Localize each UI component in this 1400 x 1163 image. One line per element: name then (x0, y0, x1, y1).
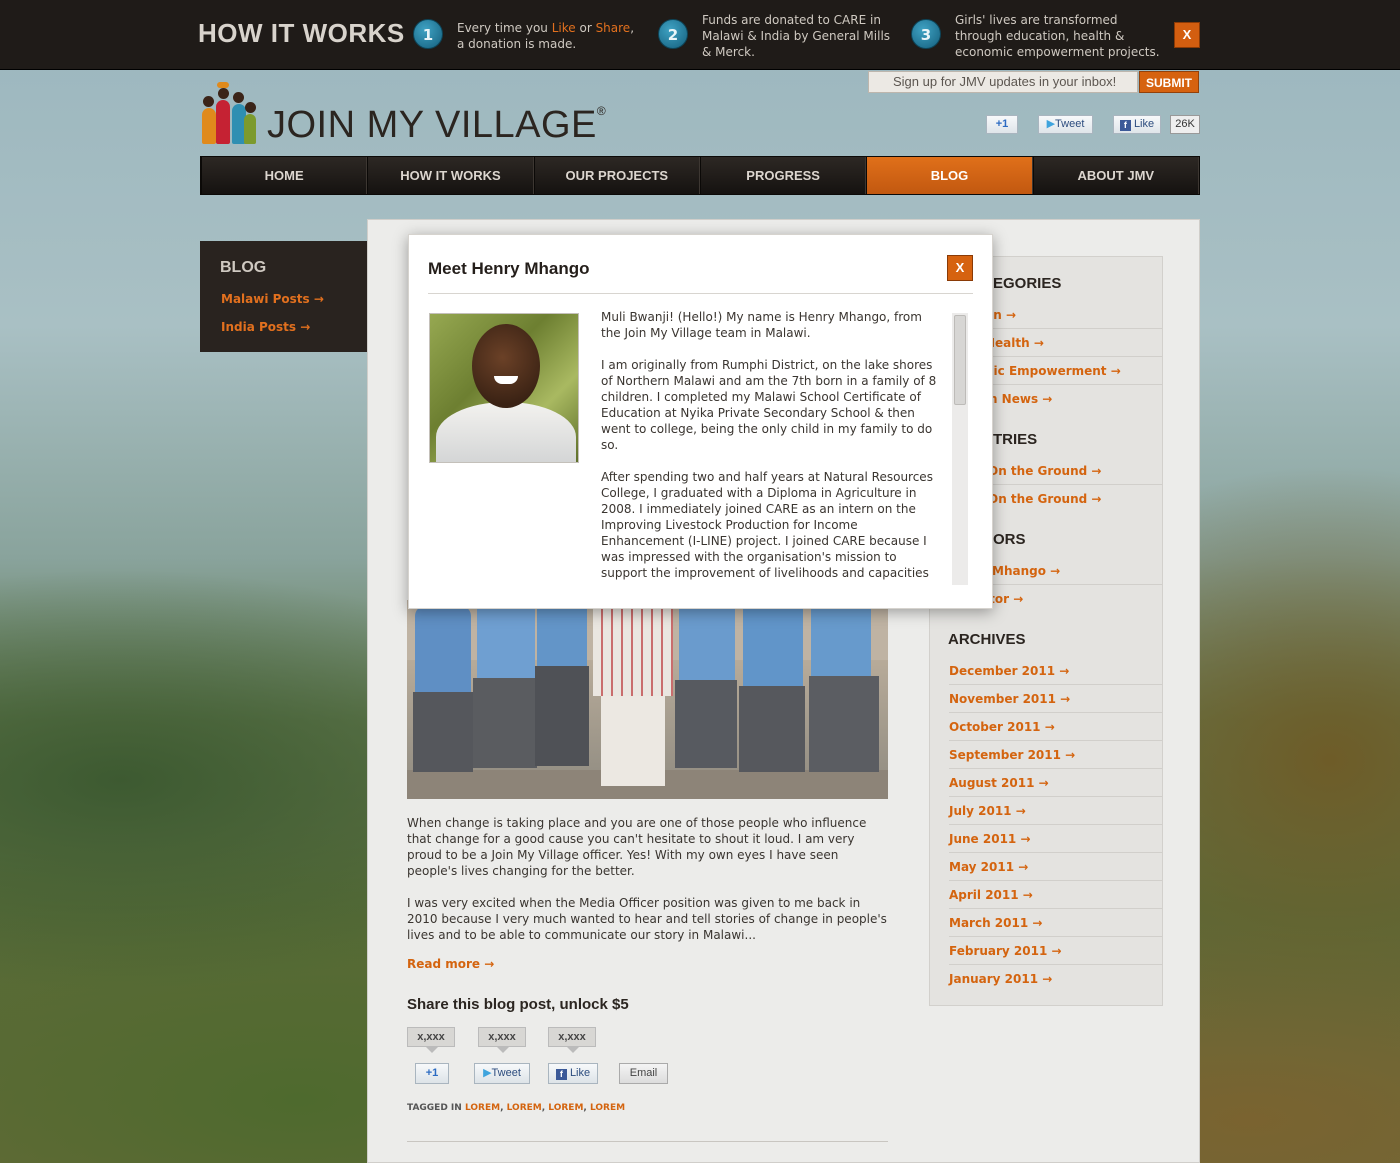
modal-title: Meet Henry Mhango (428, 259, 590, 278)
malawi-posts-link[interactable]: Malawi Posts → (221, 292, 324, 306)
tweet-button[interactable]: ▶Tweet (474, 1063, 530, 1084)
post-paragraph: When change is taking place and you are … (407, 816, 867, 878)
step-number: 3 (911, 19, 941, 49)
categories-heading: EGORIES (993, 275, 1062, 292)
facebook-like-button[interactable]: f Like (1113, 115, 1161, 134)
author-link[interactable]: Mhango → (992, 557, 1162, 585)
logo-figures-icon[interactable] (200, 82, 260, 144)
nav-blog[interactable]: BLOG (866, 157, 1033, 194)
nav-home[interactable]: HOME (201, 157, 368, 194)
modal-scrollbar[interactable] (952, 313, 968, 585)
country-link[interactable]: On the Ground → (988, 485, 1162, 513)
archive-link[interactable]: July 2011 → (949, 797, 1162, 825)
tag-link[interactable]: LOREM (590, 1103, 625, 1113)
countries-heading: TRIES (993, 431, 1038, 448)
read-more-link[interactable]: Read more → (407, 957, 494, 971)
archive-link[interactable]: December 2011 → (949, 657, 1162, 685)
how-it-works-title: HOW IT WORKS (198, 18, 405, 48)
post-photo (407, 600, 888, 799)
nav-how-it-works[interactable]: HOW IT WORKS (367, 157, 534, 194)
like-count: 26K (1170, 115, 1200, 134)
like-link[interactable]: Like (552, 21, 576, 35)
tag-link[interactable]: LOREM (507, 1103, 542, 1113)
india-posts-link[interactable]: India Posts → (221, 320, 310, 334)
step-text: Every time you Like or Share, a donation… (457, 21, 635, 51)
twitter-bird-icon: ▶ (483, 1067, 492, 1079)
archive-link[interactable]: April 2011 → (949, 881, 1162, 909)
modal-close-button[interactable]: X (947, 255, 973, 281)
authors-heading: ORS (993, 531, 1026, 548)
share-count: x,xxx (548, 1027, 596, 1053)
archive-link[interactable]: September 2011 → (949, 741, 1162, 769)
archive-link[interactable]: August 2011 → (949, 769, 1162, 797)
tag-link[interactable]: LOREM (548, 1103, 583, 1113)
bio-paragraph: After spending two and half years at Nat… (601, 470, 933, 580)
category-link[interactable]: on → (985, 301, 1162, 329)
submit-button[interactable]: SUBMIT (1139, 71, 1199, 93)
google-plus-one-button[interactable]: +1 (415, 1063, 449, 1084)
archive-link[interactable]: November 2011 → (949, 685, 1162, 713)
author-link[interactable]: itor → (985, 585, 1162, 613)
google-plus-one-button[interactable]: +1 (986, 115, 1018, 134)
nav-progress[interactable]: PROGRESS (699, 157, 867, 194)
bio-paragraph: I am originally from Rumphi District, on… (601, 358, 937, 452)
close-strip-button[interactable]: X (1174, 22, 1200, 48)
blog-box-title: BLOG (220, 259, 267, 276)
email-share-button[interactable]: Email (619, 1063, 668, 1084)
category-link[interactable]: Health → (985, 329, 1162, 357)
archive-link[interactable]: May 2011 → (949, 853, 1162, 881)
facebook-like-button[interactable]: f Like (548, 1063, 598, 1084)
archive-link[interactable]: June 2011 → (949, 825, 1162, 853)
step-3: 3 Girls' lives are transformed through e… (911, 12, 1160, 60)
step-number: 1 (413, 19, 443, 49)
archive-link[interactable]: January 2011 → (949, 965, 1162, 993)
share-link[interactable]: Share (596, 21, 631, 35)
newsletter-signup-input[interactable]: Sign up for JMV updates in your inbox! (868, 71, 1138, 93)
bio-paragraph: Muli Bwanji! (Hello!) My name is Henry M… (601, 310, 922, 340)
archives-heading: ARCHIVES (948, 631, 1026, 648)
author-photo (429, 313, 579, 463)
step-number: 2 (658, 19, 688, 49)
nav-about-jmv[interactable]: ABOUT JMV (1032, 157, 1199, 194)
archive-link[interactable]: October 2011 → (949, 713, 1162, 741)
share-count: x,xxx (407, 1027, 455, 1053)
archive-link[interactable]: March 2011 → (949, 909, 1162, 937)
category-link[interactable]: nic Empowerment → (985, 357, 1162, 385)
country-link[interactable]: On the Ground → (988, 457, 1162, 485)
facebook-icon: f (1119, 120, 1131, 131)
step-1: 1 Every time you Like or Share, a donati… (413, 12, 634, 52)
scrollbar-thumb[interactable] (954, 315, 966, 405)
main-nav: HOME HOW IT WORKS OUR PROJECTS PROGRESS … (200, 156, 1200, 195)
blog-filter-box: BLOG Malawi Posts → India Posts → (200, 241, 367, 352)
archive-link[interactable]: February 2011 → (949, 937, 1162, 965)
how-it-works-strip: HOW IT WORKS 1 Every time you Like or Sh… (0, 0, 1400, 70)
tweet-button[interactable]: ▶Tweet (1038, 115, 1093, 134)
modal-divider (428, 293, 973, 294)
author-modal: Meet Henry Mhango X Muli Bwanji! (Hello!… (408, 234, 993, 609)
post-paragraph: I was very excited when the Media Office… (407, 896, 887, 942)
step-2: 2 Funds are donated to CARE in Malawi & … (658, 12, 890, 60)
post-divider (407, 1141, 888, 1142)
step-text: Girls' lives are transformed through edu… (955, 13, 1160, 59)
facebook-icon: f (555, 1069, 567, 1080)
share-count: x,xxx (478, 1027, 526, 1053)
category-link[interactable]: m News → (985, 385, 1162, 413)
tag-link[interactable]: LOREM (465, 1103, 500, 1113)
twitter-bird-icon: ▶ (1046, 118, 1056, 130)
post-tags: TAGGED IN LOREM, LOREM, LOREM, LOREM (407, 1103, 626, 1113)
nav-our-projects[interactable]: OUR PROJECTS (533, 157, 700, 194)
share-heading: Share this blog post, unlock $5 (407, 996, 629, 1013)
step-text: Funds are donated to CARE in Malawi & In… (702, 13, 891, 59)
brand-wordmark[interactable]: JOIN MY VILLAGE® (267, 104, 606, 147)
modal-bio-text: Muli Bwanji! (Hello!) My name is Henry M… (601, 309, 942, 581)
